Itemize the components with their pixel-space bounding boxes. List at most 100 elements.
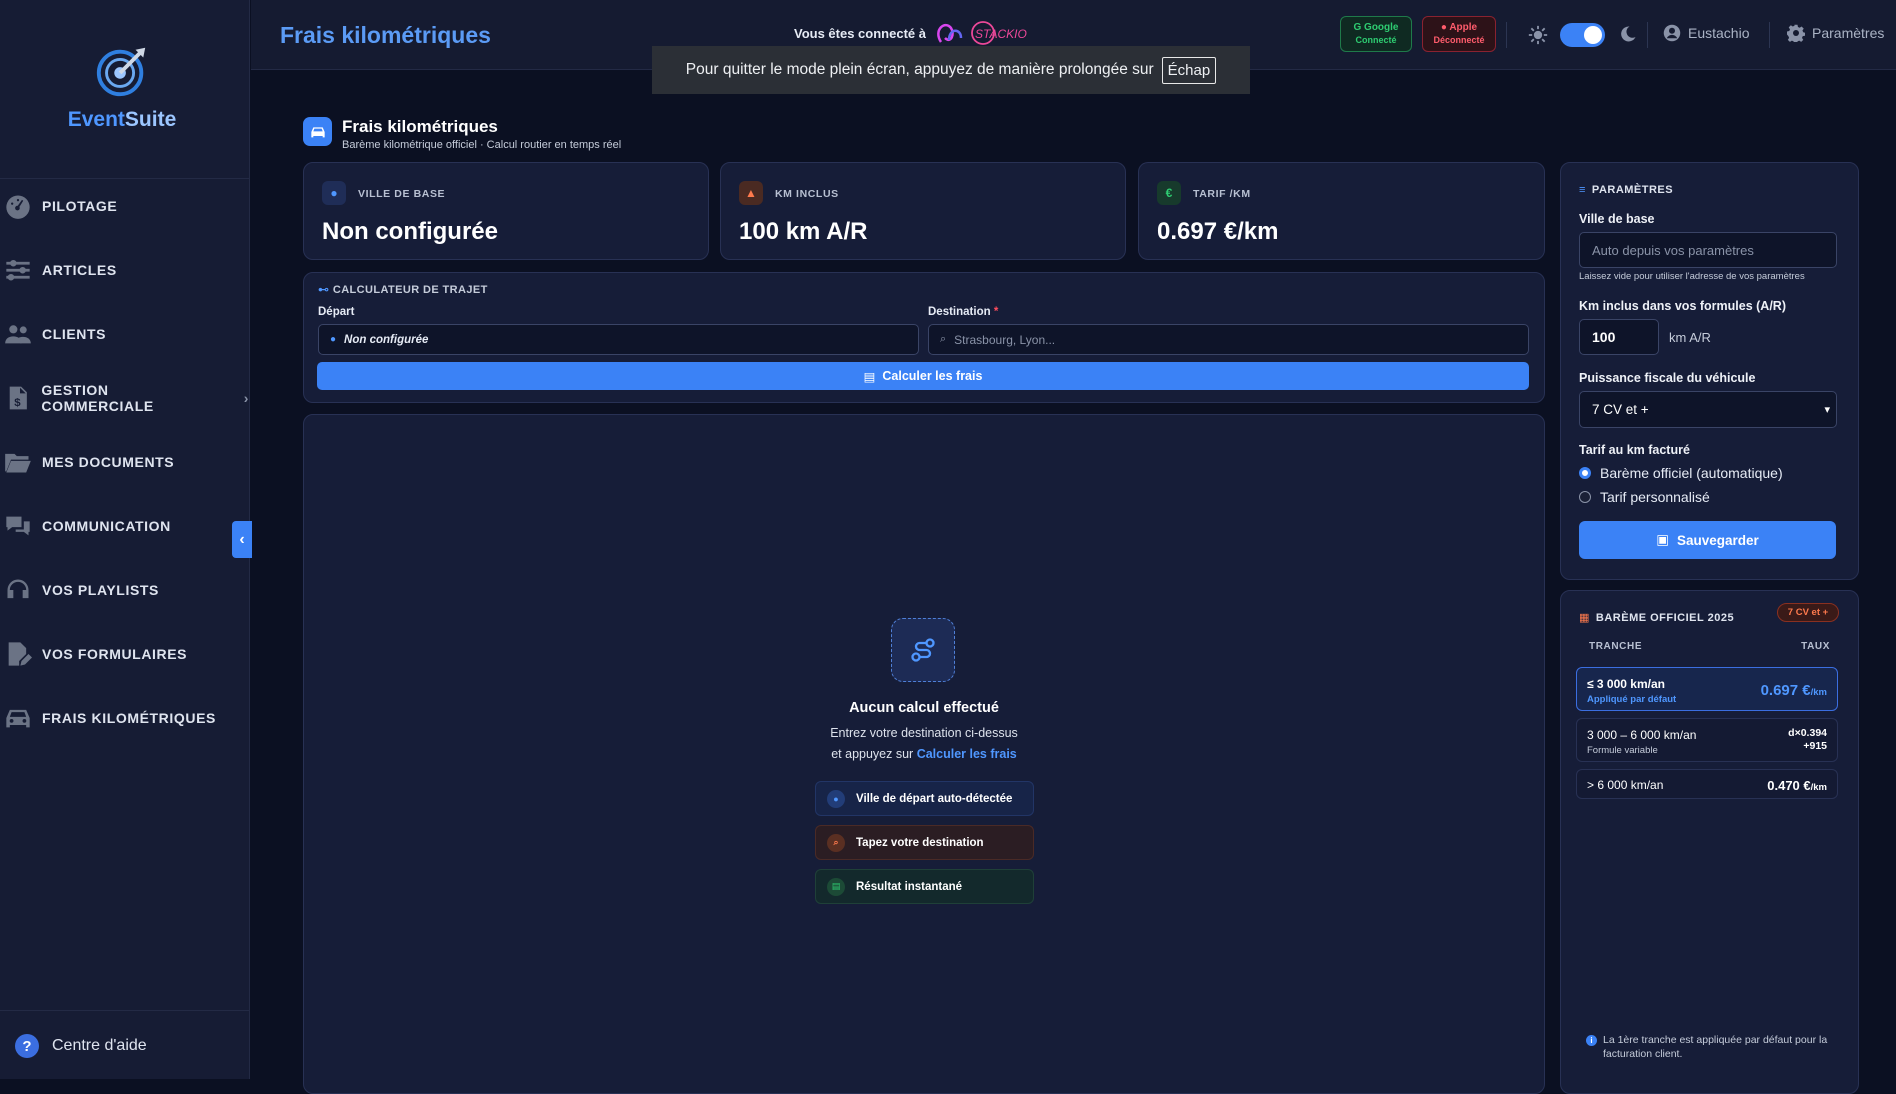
col-tranche: TRANCHE <box>1589 641 1643 652</box>
search-icon: ⌕ <box>940 333 947 345</box>
stat-card-rate-per-km: € TARIF /KM 0.697 €/km <box>1138 162 1545 260</box>
map-pin-icon: ● <box>827 789 845 808</box>
sidebar-divider <box>0 1010 249 1011</box>
question-circle-icon: ? <box>15 1034 39 1058</box>
stat-card-base-city: ● VILLE DE BASE Non configurée <box>303 162 709 260</box>
base-city-label: Ville de base <box>1579 212 1655 226</box>
sidebar-item-clients[interactable]: CLIENTS <box>4 314 106 354</box>
apple-connection-badge[interactable]: ● Apple Déconnecté <box>1422 16 1496 52</box>
rate-option-custom[interactable]: Tarif personnalisé <box>1579 489 1710 505</box>
divider <box>1647 22 1648 48</box>
km-unit: km A/R <box>1669 330 1711 345</box>
bareme-note: i La 1ère tranche est appliquée par défa… <box>1579 1033 1844 1061</box>
sidebar-item-label: PILOTAGE <box>42 198 118 214</box>
km-included-input[interactable]: 100 <box>1579 319 1659 355</box>
form-edit-icon <box>8 642 32 666</box>
step-instant-result: ▤ Résultat instantané <box>815 869 1034 904</box>
calculator-title: ⊷ CALCULATEUR DE TRAJET <box>318 284 488 296</box>
depart-label: Départ <box>318 306 355 318</box>
sun-icon[interactable] <box>1528 25 1548 45</box>
sliders-icon: ≡ <box>1579 184 1586 196</box>
sidebar-item-mes-documents[interactable]: MES DOCUMENTS <box>4 442 174 482</box>
user-circle-icon <box>1663 24 1681 42</box>
sidebar-item-vos-formulaires[interactable]: VOS FORMULAIRES <box>4 634 187 674</box>
brand-name: EventSuite <box>67 108 177 131</box>
gear-icon <box>1787 24 1805 42</box>
km-included-label: Km inclus dans vos formules (A/R) <box>1579 299 1786 313</box>
sidebar-item-gestion-commerciale[interactable]: $ GESTION COMMERCIALE › <box>4 378 249 418</box>
map-pin-icon: ● <box>322 181 346 205</box>
google-connection-badge[interactable]: G Google Connecté <box>1340 16 1412 52</box>
rate-option-official[interactable]: Barème officiel (automatique) <box>1579 465 1783 481</box>
sidebar-divider <box>0 178 249 179</box>
page-header: Frais kilométriques Barème kilométrique … <box>303 117 621 151</box>
base-city-input[interactable]: Auto depuis vos paramètres <box>1579 232 1837 268</box>
google-icon: G <box>1353 22 1365 33</box>
dashboard-gauge-icon <box>6 195 30 219</box>
route-icon <box>891 618 955 682</box>
save-button[interactable]: ▣ Sauvegarder <box>1579 521 1836 559</box>
rate-label: Tarif au km facturé <box>1579 443 1690 457</box>
road-icon: ▲ <box>739 181 763 205</box>
sidebar-collapse-button[interactable]: ‹ <box>232 521 252 558</box>
chevron-left-icon: ‹ <box>239 530 245 548</box>
sidebar-item-vos-playlists[interactable]: VOS PLAYLISTS <box>4 570 159 610</box>
car-icon <box>303 117 332 146</box>
chat-bubbles-icon <box>6 516 30 536</box>
connection-status-text: Vous êtes connecté à <box>794 26 926 41</box>
page-title: Frais kilométriques <box>280 22 491 48</box>
sliders-icon <box>6 259 30 281</box>
map-pin-icon: ● <box>330 334 337 345</box>
destination-placeholder: Strasbourg, Lyon... <box>954 332 1056 347</box>
divider <box>1769 22 1770 48</box>
parameters-title: ≡ PARAMÈTRES <box>1579 184 1674 196</box>
stat-value: Non configurée <box>322 218 499 245</box>
search-icon: ⌕ <box>827 833 845 852</box>
stat-value: 100 km A/R <box>739 218 868 245</box>
sidebar-item-pilotage[interactable]: PILOTAGE <box>4 186 117 226</box>
moon-icon[interactable] <box>1619 25 1637 43</box>
divider <box>1506 22 1507 48</box>
sidebar-item-label: MES DOCUMENTS <box>42 454 175 470</box>
col-taux: TAUX <box>1801 641 1830 652</box>
calculate-link[interactable]: Calculer les frais <box>917 747 1017 761</box>
floppy-disk-icon: ▣ <box>1656 532 1669 547</box>
destination-label: Destination * <box>928 306 999 318</box>
radio-unchecked[interactable] <box>1579 491 1591 503</box>
app-logo[interactable]: EventSuite <box>62 42 182 132</box>
chevron-right-icon: › <box>243 390 249 406</box>
step-auto-detect: ● Ville de départ auto-détectée <box>815 781 1034 816</box>
euro-icon: € <box>1157 181 1181 205</box>
calculator-icon: ▤ <box>863 369 876 384</box>
sidebar-item-label: ARTICLES <box>42 262 117 278</box>
radio-checked[interactable] <box>1579 467 1591 479</box>
fiscal-power-select[interactable]: 7 CV et + ▾ <box>1579 391 1837 428</box>
bareme-panel: ▦ BARÈME OFFICIEL 2025 7 CV et + TRANCHE … <box>1560 590 1859 1094</box>
sidebar-item-label: COMMUNICATION <box>42 518 171 534</box>
bareme-title: ▦ BARÈME OFFICIEL 2025 <box>1579 611 1735 625</box>
base-city-hint: Laissez vide pour utiliser l'adresse de … <box>1579 271 1805 282</box>
table-icon: ▦ <box>1579 612 1590 624</box>
destination-input[interactable]: ⌕ Strasbourg, Lyon... <box>928 324 1529 355</box>
depart-field[interactable]: ● Non configurée <box>318 324 919 355</box>
section-subtitle: Barème kilométrique officiel · Calcul ro… <box>342 139 622 151</box>
depart-value: Non configurée <box>344 333 429 346</box>
sidebar-item-label: CLIENTS <box>42 326 107 342</box>
help-center-link[interactable]: ? Centre d'aide <box>15 1034 147 1058</box>
settings-link[interactable]: Paramètres <box>1787 24 1884 42</box>
power-badge: 7 CV et + <box>1777 603 1839 622</box>
calculator-icon: ▤ <box>827 877 845 896</box>
calculate-button[interactable]: ▤ Calculer les frais <box>317 362 1529 390</box>
sidebar-item-label: VOS PLAYLISTS <box>42 582 159 598</box>
sidebar-item-communication[interactable]: COMMUNICATION <box>4 506 171 546</box>
user-name: Eustachio <box>1688 25 1750 41</box>
sidebar-item-articles[interactable]: ARTICLES <box>4 250 117 290</box>
stat-label: TARIF /KM <box>1193 188 1251 200</box>
user-menu[interactable]: Eustachio <box>1663 24 1749 42</box>
toast-text: Pour quitter le mode plein écran, appuye… <box>685 61 1154 78</box>
invoice-icon: $ <box>9 386 27 410</box>
theme-toggle[interactable] <box>1560 23 1605 47</box>
stat-card-km-included: ▲ KM INCLUS 100 km A/R <box>720 162 1126 260</box>
bareme-row: 3 000 – 6 000 km/an Formule variable d×0… <box>1576 718 1838 762</box>
stat-label: VILLE DE BASE <box>358 188 446 200</box>
